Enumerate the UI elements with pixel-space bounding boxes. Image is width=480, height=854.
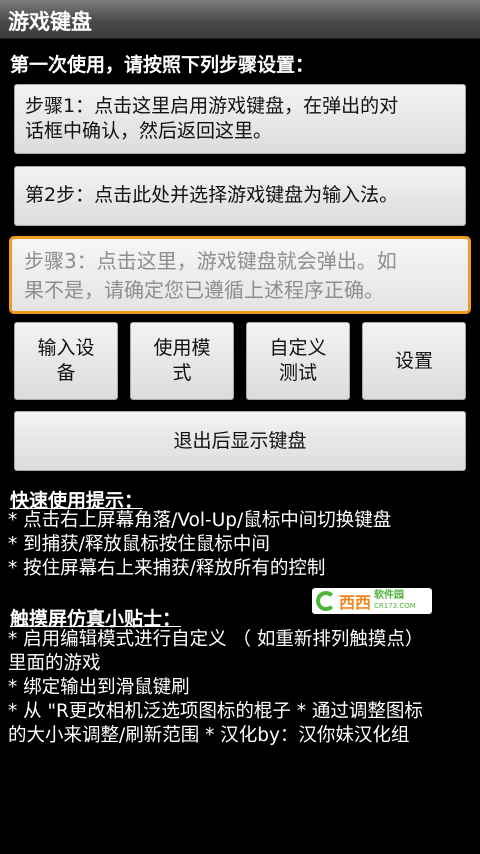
input-device-label-2: 备 xyxy=(56,362,76,384)
touch-tip-2: 里面的游戏 xyxy=(8,653,101,674)
quick-tips-list: * 点击右上屏幕角落/Vol-Up/鼠标中间切换键盘 * 到捕获/释放鼠标按住鼠… xyxy=(8,509,474,581)
step1-line-2: 话框中确认，然后返回这里。 xyxy=(25,120,273,142)
watermark-sub-text: 软件园 xyxy=(374,590,405,601)
title-bar: 游戏键盘 xyxy=(0,0,480,39)
step2-select-input-method-button[interactable]: 第2步：点击此处并选择游戏键盘为输入法。 xyxy=(14,166,466,226)
watermark-c-icon xyxy=(316,591,336,611)
app-title: 游戏键盘 xyxy=(8,10,92,34)
custom-test-label-2: 测试 xyxy=(278,362,317,384)
show-keyboard-on-exit-label: 退出后显示键盘 xyxy=(173,429,307,452)
show-keyboard-on-exit-button[interactable]: 退出后显示键盘 xyxy=(14,411,466,471)
custom-test-label-1: 自定义 xyxy=(269,337,327,359)
step1-line-1: 步骤1：点击这里启用游戏键盘，在弹出的对 xyxy=(25,95,399,117)
step2-label: 第2步：点击此处并选择游戏键盘为输入法。 xyxy=(25,184,399,206)
custom-test-button[interactable]: 自定义 测试 xyxy=(246,322,350,400)
use-mode-label-2: 式 xyxy=(172,362,192,384)
step3-line-1: 步骤3：点击这里，游戏键盘就会弹出。如 xyxy=(24,249,397,273)
touch-tips-title: 触摸屏仿真小贴士： xyxy=(10,608,182,630)
input-device-button[interactable]: 输入设 备 xyxy=(14,322,118,400)
use-mode-label-1: 使用模 xyxy=(153,337,211,359)
watermark-main-text: 西西 xyxy=(339,593,372,612)
use-mode-button[interactable]: 使用模 式 xyxy=(130,322,234,400)
touch-tip-5: 的大小来调整/刷新范围 * 汉化by：汉你妹汉化组 xyxy=(8,725,410,746)
step3-line-2: 果不是，请确定您已遵循上述程序正确。 xyxy=(24,278,384,302)
step1-enable-keyboard-button[interactable]: 步骤1：点击这里启用游戏键盘，在弹出的对 话框中确认，然后返回这里。 xyxy=(14,84,466,154)
quick-tip-2: * 到捕获/释放鼠标按住鼠标中间 xyxy=(8,534,270,555)
input-device-label-1: 输入设 xyxy=(37,337,95,359)
quick-tip-3: * 按住屏幕右上来捕获/释放所有的控制 xyxy=(8,558,326,579)
quick-tip-1: * 点击右上屏幕角落/Vol-Up/鼠标中间切换键盘 xyxy=(8,510,392,531)
watermark-url-text: CR173.COM xyxy=(374,602,416,610)
touch-tip-3: * 绑定输出到滑鼠键刷 xyxy=(8,677,190,698)
setup-heading: 第一次使用，请按照下列步骤设置： xyxy=(10,54,315,76)
touch-tips-list: * 启用编辑模式进行自定义 （ 如重新排列触摸点） 里面的游戏 * 绑定输出到滑… xyxy=(8,628,474,748)
step3-test-keyboard-field[interactable]: 步骤3：点击这里，游戏键盘就会弹出。如 果不是，请确定您已遵循上述程序正确。 xyxy=(9,236,471,314)
settings-label: 设置 xyxy=(394,349,433,372)
touch-tip-1: * 启用编辑模式进行自定义 （ 如重新排列触摸点） xyxy=(8,629,424,650)
touch-tip-4: * 从 "R更改相机泛选项图标的棍子 * 通过调整图标 xyxy=(8,701,423,722)
site-watermark-logo: 西西 软件园 CR173.COM xyxy=(312,588,432,614)
settings-button[interactable]: 设置 xyxy=(362,322,466,400)
